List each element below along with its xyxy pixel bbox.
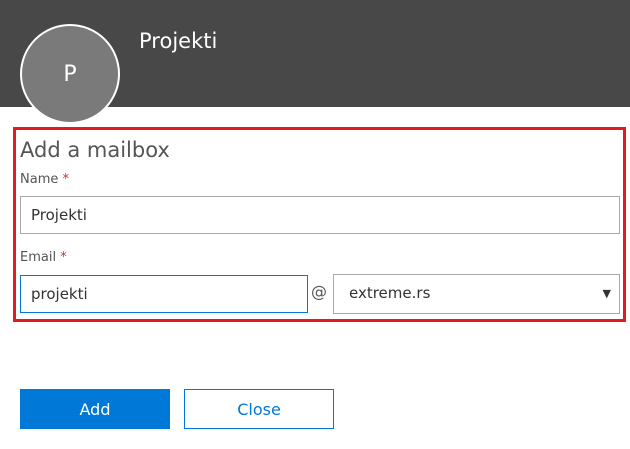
header-title: Projekti bbox=[139, 29, 218, 53]
at-sign: @ bbox=[311, 282, 327, 301]
domain-select[interactable]: extreme.rs ▼ bbox=[333, 274, 620, 314]
avatar: P bbox=[20, 24, 120, 124]
name-input[interactable] bbox=[20, 196, 620, 234]
name-label: Name * bbox=[20, 172, 69, 187]
chevron-down-icon: ▼ bbox=[602, 287, 611, 300]
email-required-marker: * bbox=[60, 250, 67, 265]
avatar-initial: P bbox=[63, 61, 77, 87]
email-label: Email * bbox=[20, 250, 67, 265]
form-title: Add a mailbox bbox=[20, 138, 170, 162]
domain-selected-value: extreme.rs bbox=[349, 284, 431, 302]
email-label-text: Email bbox=[20, 250, 57, 265]
close-button[interactable]: Close bbox=[184, 389, 334, 429]
name-label-text: Name bbox=[20, 172, 59, 187]
add-button[interactable]: Add bbox=[20, 389, 170, 429]
email-input[interactable] bbox=[20, 275, 308, 313]
name-required-marker: * bbox=[62, 172, 70, 187]
